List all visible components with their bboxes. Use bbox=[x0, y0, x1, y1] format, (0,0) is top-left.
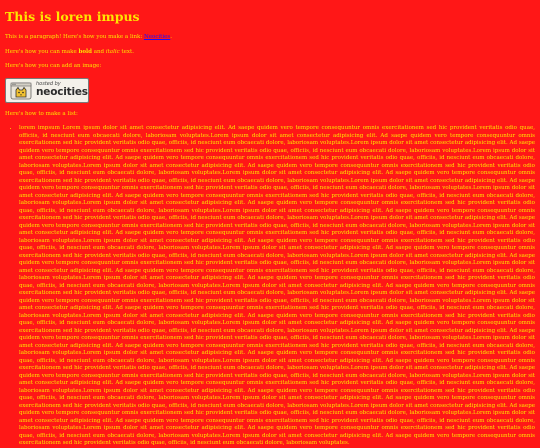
format-text-after: text. bbox=[119, 48, 134, 55]
list-item: lorem impsum Lorem ipsum dolor sit amet … bbox=[19, 125, 535, 448]
italic-text: italic bbox=[105, 48, 120, 55]
badge-text: hosted by neocities bbox=[36, 82, 88, 98]
page-title: This is loren impus bbox=[5, 9, 140, 24]
format-text-middle: and bbox=[91, 48, 106, 55]
formatting-line: Here's how you can make bold and italic … bbox=[5, 49, 535, 57]
format-text-before: Here's how you can make bbox=[5, 48, 79, 55]
badge-neocities: neocities bbox=[36, 86, 88, 99]
neocities-link[interactable]: Neocities bbox=[144, 34, 170, 40]
paragraph-text: This is a paragraph! Here's how you make… bbox=[5, 34, 144, 40]
neocities-cat-icon bbox=[10, 82, 32, 100]
page-content: This is loren impus This is a paragraph!… bbox=[0, 0, 540, 448]
list-intro-text: Here's how to make a list: bbox=[5, 110, 78, 117]
lorem-list: lorem impsum Lorem ipsum dolor sit amet … bbox=[5, 125, 535, 448]
neocities-badge-image: hosted by neocities bbox=[5, 77, 89, 103]
paragraph-with-link: This is a paragraph! Here's how you make… bbox=[5, 34, 535, 42]
image-intro-text: Here's how you can add an image: bbox=[5, 63, 102, 69]
bold-text: bold bbox=[78, 48, 92, 55]
paragraph-end: . bbox=[170, 34, 172, 40]
